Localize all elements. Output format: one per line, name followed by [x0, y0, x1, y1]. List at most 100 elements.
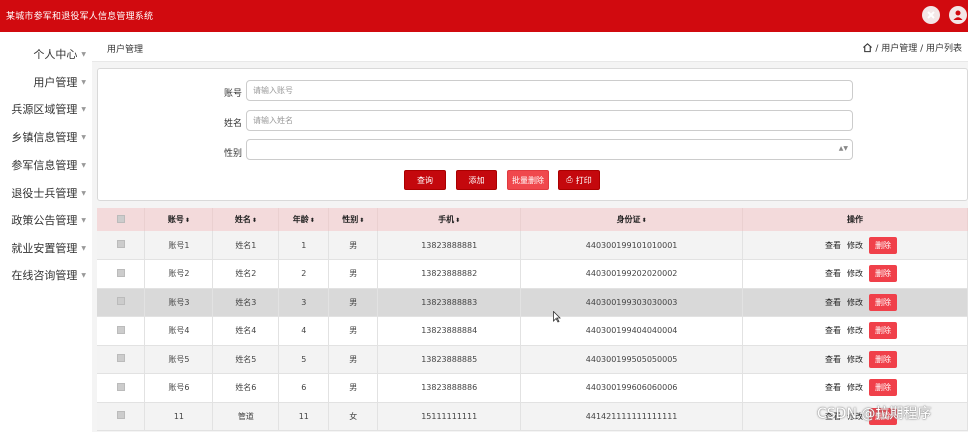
view-button[interactable]: 查看 — [825, 325, 841, 336]
delete-button[interactable]: 删除 — [869, 265, 897, 283]
cell-name: 姓名3 — [212, 288, 280, 317]
sidebar-item-users[interactable]: 用户管理 ▼ — [33, 72, 86, 92]
delete-button[interactable]: 删除 — [869, 236, 897, 254]
sidebar-item-policy[interactable]: 政策公告管理 ▼ — [11, 210, 86, 230]
chevron-down-icon: ▼ — [81, 216, 86, 224]
view-button[interactable]: 查看 — [825, 297, 841, 308]
delete-button[interactable]: 删除 — [869, 322, 897, 340]
query-button[interactable]: 查询 — [404, 170, 446, 190]
row-actions: 查看 修改 删除 — [742, 288, 968, 317]
table-row: 账号3 姓名3 3 男 13823888883 440300199303030003 查看修… — [97, 288, 968, 317]
delete-button[interactable]: 删除 — [869, 350, 897, 368]
row-actions: 查看 修改 删除 — [742, 259, 968, 289]
cell-phone: 13823888884 — [377, 316, 522, 346]
breadcrumb: / 用户管理 / 用户列表 — [862, 41, 962, 54]
user-table: 账号⬍ 姓名⬍ 年龄⬍ 性别⬍ 手机⬍ 身份证⬍ 操作 账号1 姓名1 1 男 1382… — [97, 208, 968, 431]
batch-delete-button[interactable]: 批量删除 — [507, 170, 549, 190]
row-actions: 查看 修改 删除 — [742, 345, 968, 374]
col-account[interactable]: 账号⬍ — [144, 208, 214, 231]
watermark: CSDN @拉期程序 — [817, 406, 932, 422]
col-gender[interactable]: 性别⬍ — [328, 208, 379, 231]
name-input[interactable] — [246, 110, 853, 131]
chevron-down-icon: ▼ — [81, 244, 86, 252]
chevron-down-icon: ▼ — [81, 78, 86, 86]
cell-age: 6 — [278, 373, 330, 403]
edit-button[interactable]: 修改 — [847, 325, 863, 336]
row-actions: 查看 修改 删除 — [742, 231, 968, 260]
view-button[interactable]: 查看 — [825, 382, 841, 393]
cell-phone: 15111111111 — [377, 402, 522, 431]
cell-age: 1 — [278, 231, 330, 260]
sidebar-item-enlistment[interactable]: 参军信息管理 ▼ — [11, 155, 86, 175]
user-icon[interactable] — [949, 6, 967, 24]
cell-account: 11 — [144, 402, 214, 431]
sidebar-item-employment[interactable]: 就业安置管理 ▼ — [11, 238, 86, 258]
view-button[interactable]: 查看 — [825, 240, 841, 251]
cell-idcard: 441421111111111111 — [520, 402, 744, 431]
col-age[interactable]: 年龄⬍ — [278, 208, 330, 231]
cell-name: 姓名6 — [212, 373, 280, 403]
view-button[interactable]: 查看 — [825, 268, 841, 279]
cell-name: 姓名4 — [212, 316, 280, 346]
col-name[interactable]: 姓名⬍ — [212, 208, 280, 231]
row-checkbox[interactable] — [116, 297, 125, 306]
col-phone[interactable]: 手机⬍ — [377, 208, 522, 231]
print-button[interactable]: ⎙ 打印 — [558, 170, 600, 190]
app-title: 某城市参军和退役军人信息管理系统 — [6, 12, 154, 22]
row-checkbox[interactable] — [116, 354, 125, 363]
col-idcard[interactable]: 身份证⬍ — [520, 208, 744, 231]
chevron-down-icon: ▼ — [81, 189, 86, 197]
cell-phone: 13823888883 — [377, 288, 522, 317]
cell-name: 姓名2 — [212, 259, 280, 289]
cell-age: 11 — [278, 402, 330, 431]
print-icon: ⎙ — [566, 175, 573, 184]
edit-button[interactable]: 修改 — [847, 268, 863, 279]
sidebar-item-veterans[interactable]: 退役士兵管理 ▼ — [11, 183, 86, 203]
row-checkbox[interactable] — [116, 382, 125, 391]
cell-name: 管道 — [212, 402, 280, 431]
cell-phone: 13823888886 — [377, 373, 522, 403]
name-label: 姓名 — [223, 119, 242, 129]
chevron-down-icon: ▼ — [81, 161, 86, 169]
cell-account: 账号1 — [144, 231, 214, 260]
close-icon[interactable] — [922, 6, 940, 24]
edit-button[interactable]: 修改 — [847, 354, 863, 365]
sidebar-item-personal[interactable]: 个人中心 ▼ — [33, 44, 86, 64]
chevron-down-icon: ▲▼ — [838, 145, 848, 152]
sidebar-item-consult[interactable]: 在线咨询管理 ▼ — [11, 265, 86, 285]
header-bar: 用户管理 / 用户管理 / 用户列表 — [92, 32, 968, 62]
cell-gender: 男 — [328, 373, 379, 403]
col-ops: 操作 — [742, 208, 968, 231]
edit-button[interactable]: 修改 — [847, 240, 863, 251]
chevron-down-icon: ▼ — [81, 50, 86, 58]
home-icon[interactable] — [862, 42, 873, 53]
cell-account: 账号6 — [144, 373, 214, 403]
cell-gender: 男 — [328, 288, 379, 317]
view-button[interactable]: 查看 — [825, 354, 841, 365]
sidebar-item-recruit-area[interactable]: 兵源区域管理 ▼ — [11, 99, 86, 119]
delete-button[interactable]: 删除 — [869, 379, 897, 397]
row-checkbox[interactable] — [116, 325, 125, 334]
cell-name: 姓名5 — [212, 345, 280, 374]
page-title: 用户管理 — [107, 45, 144, 55]
account-input[interactable] — [246, 80, 853, 101]
edit-button[interactable]: 修改 — [847, 297, 863, 308]
cell-age: 5 — [278, 345, 330, 374]
add-button[interactable]: 添加 — [456, 170, 497, 190]
cell-idcard: 440300199101010001 — [520, 231, 744, 260]
cell-account: 账号4 — [144, 316, 214, 346]
row-checkbox[interactable] — [116, 411, 125, 420]
table-row: 账号2 姓名2 2 男 13823888882 440300199202020002 查看修… — [97, 259, 968, 289]
cell-gender: 男 — [328, 316, 379, 346]
chevron-down-icon: ▼ — [81, 133, 86, 141]
cell-phone: 13823888882 — [377, 259, 522, 289]
select-all-checkbox[interactable] — [116, 214, 125, 223]
row-checkbox[interactable] — [116, 240, 125, 248]
gender-select[interactable]: ▲▼ — [246, 139, 853, 160]
sidebar-item-towns[interactable]: 乡镇信息管理 ▼ — [11, 127, 86, 147]
row-checkbox[interactable] — [116, 268, 125, 277]
gender-label: 性别 — [223, 149, 242, 159]
cell-account: 账号2 — [144, 259, 214, 289]
delete-button[interactable]: 删除 — [869, 293, 897, 311]
edit-button[interactable]: 修改 — [847, 382, 863, 393]
